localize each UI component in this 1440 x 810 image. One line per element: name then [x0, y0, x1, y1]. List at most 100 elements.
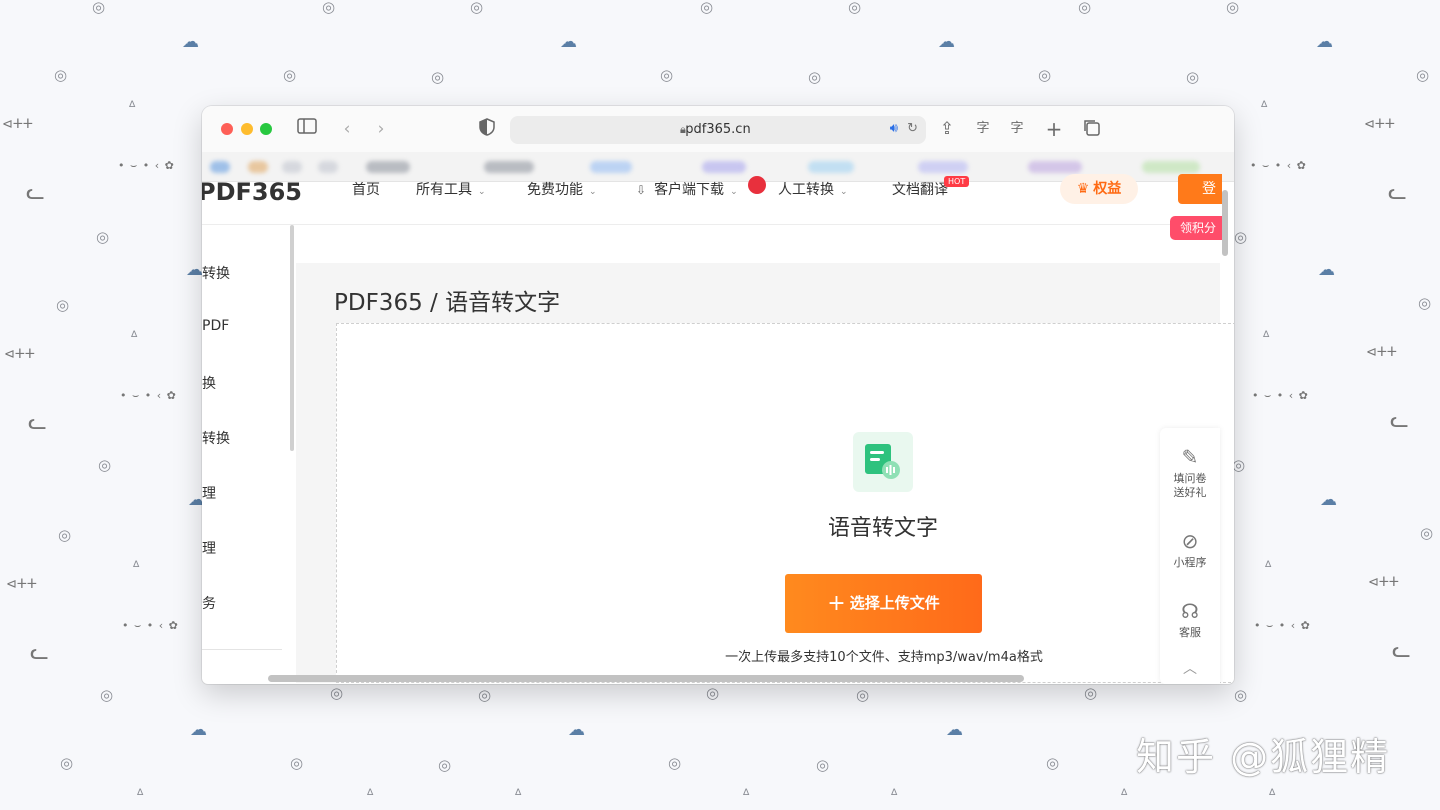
cloud-doodle: ☁ — [1320, 490, 1337, 510]
sidebar-item[interactable]: 理 — [202, 538, 216, 558]
share-icon[interactable]: ⇪ — [936, 118, 958, 140]
bookmark-item[interactable] — [918, 161, 968, 173]
fishbone-doodle: ⊲ⵜⵜ — [1368, 575, 1399, 590]
sidebar-item[interactable]: 转换 — [202, 263, 230, 283]
fullscreen-window-button[interactable] — [260, 123, 272, 135]
spiral-doodle: ◎ — [1046, 754, 1060, 772]
upload-file-button[interactable]: + 选择上传文件 — [785, 574, 982, 633]
speaker-icon[interactable]: 🔊︎ — [890, 121, 898, 136]
paw-doodle: ᐞ — [514, 786, 523, 804]
nav-doc-translate[interactable]: 文档翻译 HOT — [892, 176, 970, 198]
back-icon[interactable]: ‹ — [336, 118, 358, 140]
main-content: PDF365 / 语音转文字 语音转文字 + 选择上传文件 一次上传最多支持10… — [296, 263, 1234, 683]
nav-manual-convert[interactable]: 人工转换 ⌄ — [778, 182, 848, 200]
survey-button[interactable]: ✎ 填问卷 送好礼 — [1160, 446, 1220, 500]
cloud-doodle: ☁ — [568, 720, 585, 740]
nav-home[interactable]: 首页 — [352, 182, 380, 198]
bookmark-item[interactable] — [282, 161, 302, 173]
dots-doodle: • ⌣ • ‹ ✿ — [120, 389, 177, 402]
bookmark-item[interactable] — [1028, 161, 1082, 173]
new-tab-icon[interactable]: + — [1043, 118, 1065, 140]
scroll-top-chevron-icon[interactable]: ︿ — [1160, 662, 1220, 676]
address-bar[interactable]: 🔒︎ pdf365.cn 🔊︎ ↻ — [510, 116, 926, 144]
cat-doodle: ᓚ — [1390, 408, 1409, 433]
cloud-doodle: ☁ — [560, 32, 577, 52]
hot-badge-icon — [748, 176, 766, 194]
spiral-doodle: ◎ — [700, 0, 714, 16]
claim-points-button[interactable]: 领积分 — [1170, 216, 1222, 240]
spiral-doodle: ◎ — [668, 754, 682, 772]
nav-client-download[interactable]: ⇩ 客户端下载 ⌄ — [636, 182, 738, 200]
dots-doodle: • ⌣ • ‹ ✿ — [1254, 619, 1311, 632]
paw-doodle: ᐞ — [366, 786, 375, 804]
spiral-doodle: ◎ — [1186, 68, 1200, 86]
spiral-doodle: ◎ — [1416, 66, 1430, 84]
sidebar-toggle-icon[interactable] — [296, 118, 318, 140]
login-button[interactable]: 登 — [1178, 174, 1222, 204]
chevron-down-icon: ⌄ — [730, 187, 738, 197]
bookmark-item[interactable] — [590, 161, 632, 173]
bookmark-item[interactable] — [318, 161, 338, 173]
bookmark-item[interactable] — [1142, 161, 1200, 173]
translate-alt-icon[interactable]: 字 — [1006, 118, 1028, 140]
spiral-doodle: ◎ — [56, 296, 70, 314]
new-badge: HOT — [944, 176, 970, 187]
chevron-down-icon: ⌄ — [589, 187, 597, 197]
upload-hint: 一次上传最多支持10个文件、支持mp3/wav/m4a格式 — [725, 650, 1043, 665]
survey-icon: ✎ — [1181, 445, 1199, 469]
forward-icon[interactable]: › — [370, 118, 392, 140]
nav-free-features[interactable]: 免费功能 ⌄ — [527, 182, 597, 200]
site-logo[interactable]: PDF365 — [202, 180, 302, 204]
paw-doodle: ᐞ — [1262, 328, 1271, 346]
page-horizontal-scrollbar[interactable] — [268, 675, 1024, 682]
spiral-doodle: ◎ — [438, 756, 452, 774]
cloud-doodle: ☁ — [186, 260, 203, 280]
fishbone-doodle: ⊲ⵜⵜ — [6, 577, 37, 592]
file-drop-zone[interactable]: 语音转文字 + 选择上传文件 一次上传最多支持10个文件、支持mp3/wav/m4… — [336, 323, 1234, 683]
sidebar-item[interactable]: 务 — [202, 593, 216, 613]
nav-all-tools[interactable]: 所有工具 ⌄ — [416, 182, 486, 200]
nav-doc-translate-label: 文档翻译 — [892, 182, 948, 198]
reload-icon[interactable]: ↻ — [907, 121, 918, 136]
cat-doodle: ᓚ — [1392, 638, 1411, 663]
nav-client-download-label: 客户端下载 — [654, 182, 725, 198]
mini-program-icon: ⊘ — [1181, 529, 1199, 553]
fishbone-doodle: ⊲ⵜⵜ — [1366, 345, 1397, 360]
tool-sidebar: 转换 PDF 换 转换 理 理 务 — [202, 225, 296, 675]
benefits-button[interactable]: ♛ 权益 — [1060, 174, 1138, 204]
bookmark-item[interactable] — [484, 161, 534, 173]
close-window-button[interactable] — [221, 123, 233, 135]
tab-overview-icon[interactable] — [1080, 118, 1102, 140]
spiral-doodle: ◎ — [1078, 0, 1092, 16]
bookmark-item[interactable] — [702, 161, 746, 173]
nav-free-features-label: 免费功能 — [527, 182, 583, 198]
dots-doodle: • ⌣ • ‹ ✿ — [122, 619, 179, 632]
sidebar-item[interactable]: 转换 — [202, 428, 230, 448]
bookmark-item[interactable] — [808, 161, 854, 173]
mini-program-label: 小程序 — [1173, 556, 1207, 569]
bookmark-item[interactable] — [366, 161, 410, 173]
privacy-shield-icon[interactable] — [476, 118, 498, 140]
paw-doodle: ᐞ — [742, 786, 751, 804]
minimize-window-button[interactable] — [241, 123, 253, 135]
translate-icon[interactable]: 字 — [972, 118, 994, 140]
sidebar-item[interactable]: 换 — [202, 373, 216, 393]
cat-doodle: ᓚ — [26, 180, 45, 205]
cloud-doodle: ☁ — [1318, 260, 1335, 280]
bookmark-item[interactable] — [210, 161, 230, 173]
spiral-doodle: ◎ — [1084, 684, 1098, 702]
spiral-doodle: ◎ — [322, 0, 336, 16]
spiral-doodle: ◎ — [470, 0, 484, 16]
paw-doodle: ᐞ — [128, 98, 137, 116]
url-text: pdf365.cn — [685, 122, 751, 137]
sidebar-item[interactable]: 理 — [202, 483, 216, 503]
bookmark-item[interactable] — [248, 161, 268, 173]
benefits-label: 权益 — [1093, 181, 1122, 197]
web-viewport: PDF365 首页 所有工具 ⌄ 免费功能 ⌄ ⇩ 客户端下载 ⌄ 人工转换 ⌄ 文档翻译… — [202, 174, 1234, 684]
sidebar-item[interactable]: PDF — [202, 318, 229, 334]
sidebar-scrollbar[interactable] — [290, 225, 294, 451]
spiral-doodle: ◎ — [1234, 228, 1248, 246]
mini-program-button[interactable]: ⊘ 小程序 — [1160, 530, 1220, 570]
customer-service-button[interactable]: ☊ 客服 — [1160, 600, 1220, 640]
page-vertical-scrollbar[interactable] — [1222, 190, 1228, 256]
